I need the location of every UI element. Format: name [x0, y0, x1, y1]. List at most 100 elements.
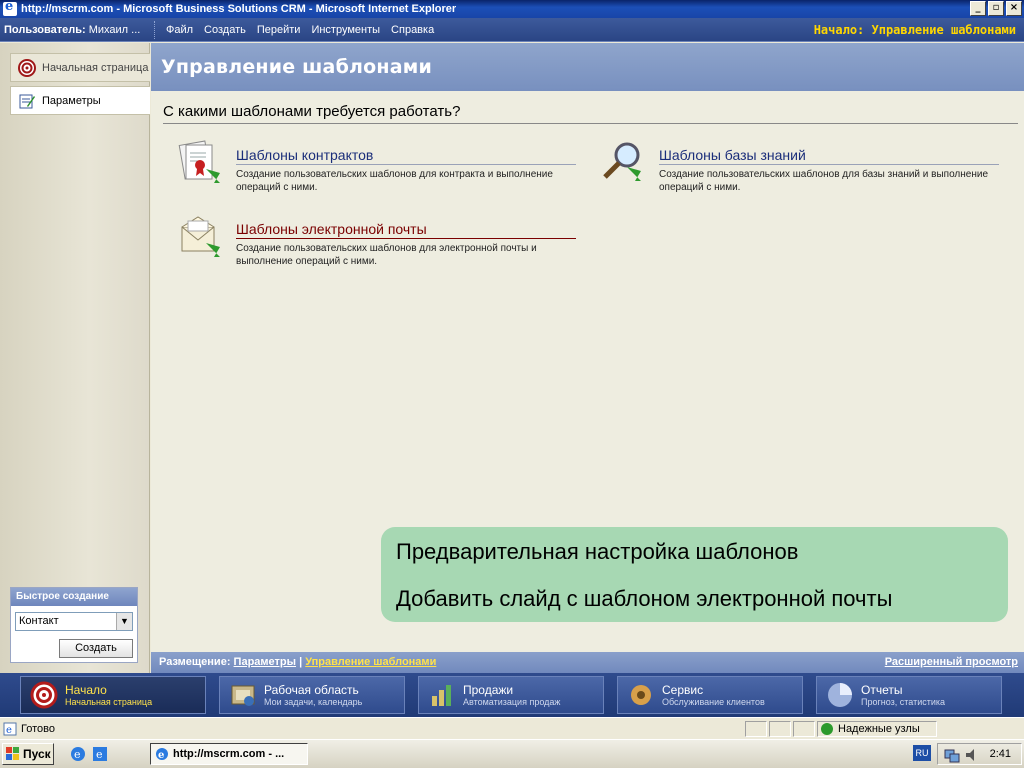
module-tabs: Начало Начальная страница Рабочая област… — [0, 673, 1024, 717]
ie-icon: e — [156, 748, 168, 761]
crm-top-bar: Пользователь: Михаил ... Файл Создать Пе… — [0, 18, 1024, 42]
outlook-quicklaunch-icon[interactable]: e — [92, 746, 108, 762]
quick-create-select[interactable]: Контакт ▼ — [15, 612, 133, 631]
tab-sublabel: Автоматизация продаж — [463, 697, 561, 707]
taskbar-window-label: http://mscrm.com - ... — [173, 748, 285, 760]
template-desc-email: Создание пользовательских шаблонов для э… — [236, 243, 537, 267]
restore-button[interactable]: ▫ — [988, 1, 1004, 16]
tab-reports[interactable]: Отчеты Прогноз, статистика — [816, 676, 1002, 714]
windows-logo-icon — [6, 747, 19, 760]
tab-label: Начало — [65, 683, 107, 697]
tab-sublabel: Обслуживание клиентов — [662, 697, 765, 707]
window-title-bar[interactable]: http://mscrm.com - Microsoft Business So… — [0, 0, 1024, 18]
template-link-email[interactable]: Шаблоны электронной почты — [236, 221, 576, 239]
tab-home[interactable]: Начало Начальная страница — [20, 676, 206, 714]
tab-sublabel: Начальная страница — [65, 697, 153, 707]
page-icon: e — [3, 722, 17, 736]
settings-icon — [19, 94, 35, 108]
ie-icon — [3, 0, 17, 16]
svg-text:e: e — [6, 725, 12, 736]
section-question: С какими шаблонами требуется работать? — [163, 103, 1018, 124]
quick-create-button[interactable]: Создать — [59, 639, 133, 658]
service-icon — [631, 685, 651, 705]
breadcrumb-separator: | — [299, 656, 303, 668]
breadcrumb: Размещение: Параметры | Управление шабло… — [151, 652, 1024, 673]
template-item-contracts: Шаблоны контрактов Создание пользователь… — [178, 140, 576, 194]
quick-create-title: Быстрое создание — [11, 588, 137, 606]
template-item-email: Шаблоны электронной почты Создание польз… — [181, 216, 576, 268]
minimize-button[interactable]: _ — [970, 1, 986, 16]
page-title: Управление шаблонами — [151, 43, 1024, 91]
template-item-kb: Шаблоны базы знаний Создание пользовател… — [603, 142, 999, 194]
menu-go[interactable]: Перейти — [257, 24, 301, 36]
tab-label: Отчеты — [861, 683, 903, 697]
user-info: Пользователь: Михаил ... — [0, 24, 150, 36]
close-button[interactable]: × — [1006, 1, 1022, 16]
email-template-icon — [181, 216, 220, 257]
menu-help[interactable]: Справка — [391, 24, 434, 36]
main-menu: Файл Создать Перейти Инструменты Справка — [166, 24, 434, 36]
breadcrumb-link-settings[interactable]: Параметры — [234, 656, 296, 668]
workplace-icon — [231, 685, 255, 706]
zone-label: Надежные узлы — [838, 723, 920, 735]
tab-label: Рабочая область — [264, 683, 359, 697]
breadcrumb-link-current[interactable]: Управление шаблонами — [305, 656, 436, 668]
sidebar-item-home[interactable]: Начальная страница — [10, 53, 150, 82]
placement-label: Размещение: — [159, 656, 231, 668]
top-breadcrumb: Начало: Управление шаблонами — [813, 23, 1016, 37]
sales-icon — [432, 685, 451, 706]
status-panel — [769, 721, 791, 737]
svg-text:e: e — [74, 748, 81, 761]
callout-line-1: Предварительная настройка шаблонов — [396, 539, 799, 564]
speaker-icon[interactable] — [964, 747, 980, 763]
advanced-view-link[interactable]: Расширенный просмотр — [885, 656, 1018, 668]
home-target-icon — [18, 58, 36, 77]
contract-template-icon — [178, 140, 220, 183]
network-icon[interactable] — [944, 747, 960, 763]
template-link-kb[interactable]: Шаблоны базы знаний — [659, 147, 999, 165]
trusted-check-icon — [821, 723, 833, 735]
home-target-icon — [30, 681, 58, 709]
tab-service[interactable]: Сервис Обслуживание клиентов — [617, 676, 803, 714]
menu-file[interactable]: Файл — [166, 24, 193, 36]
ie-quicklaunch-icon[interactable]: e — [70, 746, 86, 762]
start-button[interactable]: Пуск — [2, 743, 54, 765]
tab-sales[interactable]: Продажи Автоматизация продаж — [418, 676, 604, 714]
status-text: Готово — [21, 723, 55, 735]
template-desc-kb: Создание пользовательских шаблонов для б… — [659, 169, 988, 193]
status-panel — [745, 721, 767, 737]
sidebar-item-label: Начальная страница — [42, 61, 149, 74]
window-title: http://mscrm.com - Microsoft Business So… — [21, 3, 457, 15]
menu-create[interactable]: Создать — [204, 24, 246, 36]
user-label: Пользователь: — [4, 23, 86, 36]
annotation-callout: Предварительная настройка шаблонов Добав… — [381, 527, 1008, 622]
menu-grip — [154, 20, 160, 39]
clock[interactable]: 2:41 — [990, 748, 1011, 760]
start-label: Пуск — [23, 747, 51, 761]
chevron-down-icon[interactable]: ▼ — [116, 613, 132, 630]
template-link-contracts[interactable]: Шаблоны контрактов — [236, 147, 576, 165]
sidebar-item-label: Параметры — [42, 94, 101, 107]
tab-sublabel: Мои задачи, календарь — [264, 697, 363, 707]
tab-workplace[interactable]: Рабочая область Мои задачи, календарь — [219, 676, 405, 714]
status-panel — [793, 721, 815, 737]
windows-taskbar: Пуск e e e http://mscrm.com - ... RU 2:4… — [0, 739, 1024, 768]
window-controls: _ ▫ × — [970, 1, 1022, 16]
menu-tools[interactable]: Инструменты — [311, 24, 380, 36]
tab-label: Продажи — [463, 683, 514, 697]
left-nav: Начальная страница Параметры Быстрое соз… — [0, 43, 150, 673]
browser-status-bar: e Готово Надежные узлы — [0, 717, 1024, 739]
callout-line-2: Добавить слайд с шаблоном электронной по… — [396, 586, 893, 611]
svg-text:e: e — [96, 748, 103, 761]
language-indicator[interactable]: RU — [913, 745, 931, 761]
security-zone: Надежные узлы — [817, 721, 937, 737]
template-desc-contracts: Создание пользовательских шаблонов для к… — [236, 169, 553, 193]
kb-search-icon — [603, 142, 641, 181]
system-tray: 2:41 — [937, 743, 1022, 765]
sidebar-item-settings[interactable]: Параметры — [10, 86, 150, 115]
tab-sublabel: Прогноз, статистика — [861, 697, 946, 707]
taskbar-window-button[interactable]: e http://mscrm.com - ... — [150, 743, 308, 765]
user-name: Михаил ... — [85, 23, 141, 36]
quick-create-panel: Быстрое создание Контакт ▼ Создать — [10, 587, 138, 663]
tab-label: Сервис — [662, 683, 704, 697]
